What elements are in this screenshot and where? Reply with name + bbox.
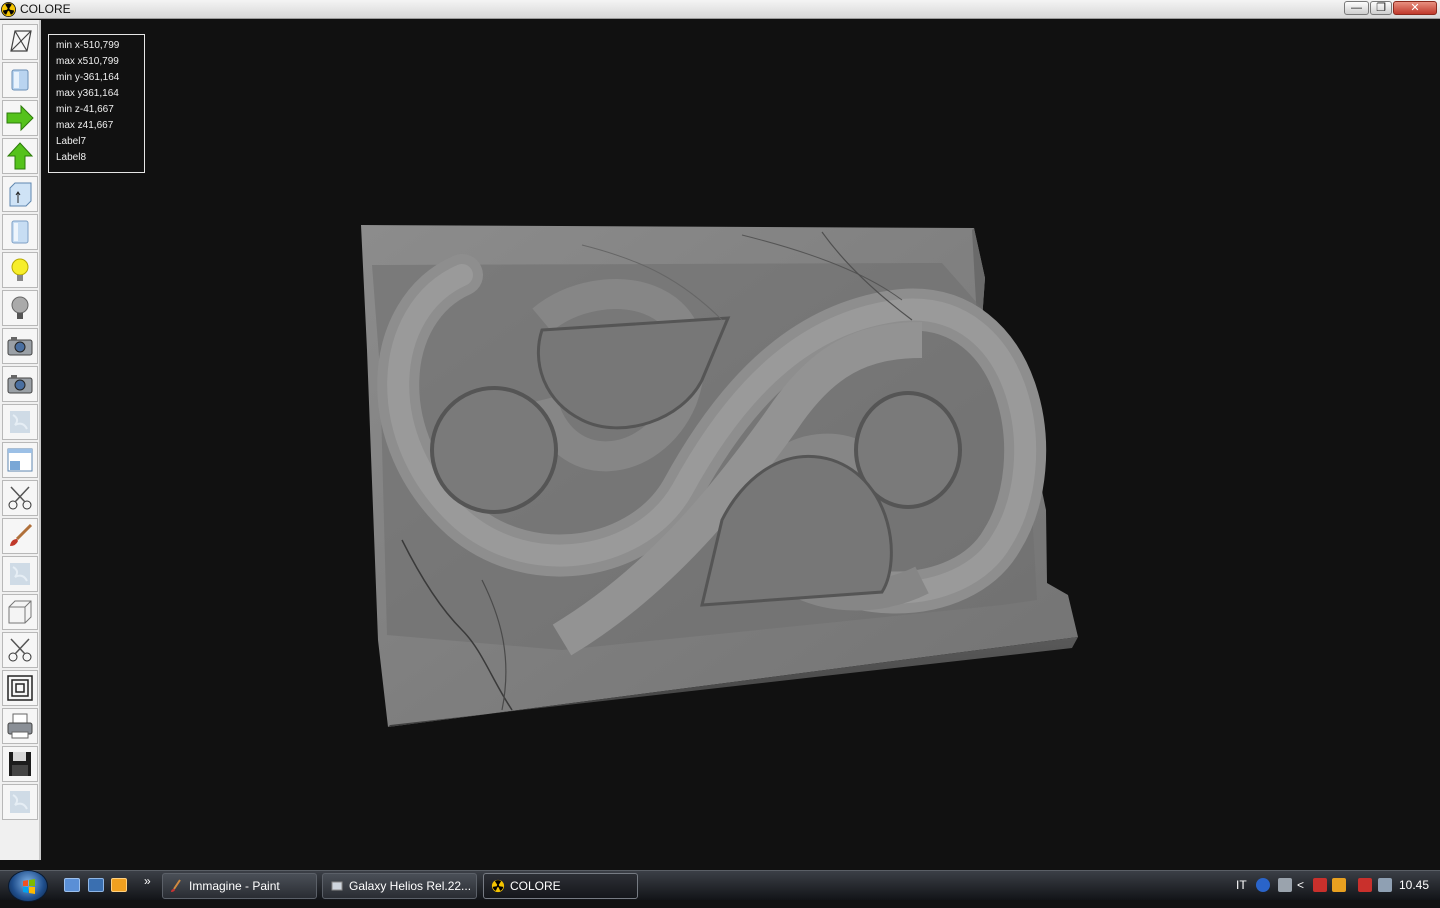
warning-icon[interactable] bbox=[1332, 878, 1346, 892]
camera-button[interactable] bbox=[2, 328, 38, 364]
switch-windows-icon[interactable] bbox=[88, 878, 104, 892]
restore-button[interactable]: ❐ bbox=[1370, 1, 1392, 15]
arrow-right-icon bbox=[6, 104, 34, 132]
task-paint[interactable]: Immagine - Paint bbox=[162, 873, 317, 899]
arrow-up-icon bbox=[6, 142, 34, 170]
move-up-button[interactable] bbox=[2, 138, 38, 174]
cube-button[interactable] bbox=[2, 594, 38, 630]
wireframe-button[interactable] bbox=[2, 24, 38, 60]
radiation-app-icon bbox=[491, 879, 505, 893]
window-view-button[interactable] bbox=[2, 442, 38, 478]
min-x-label: min x-510,799 bbox=[56, 40, 120, 51]
camera-2-icon bbox=[7, 375, 33, 394]
move-right-button[interactable] bbox=[2, 100, 38, 136]
paint-app-icon bbox=[171, 879, 181, 892]
cut-2-button[interactable] bbox=[2, 632, 38, 668]
title-bar: COLORE — ❐ ✕ bbox=[0, 0, 1440, 19]
window-view-icon bbox=[7, 448, 33, 472]
camera-icon bbox=[7, 337, 33, 356]
solid-view-icon bbox=[11, 69, 29, 91]
window-title: COLORE bbox=[20, 2, 71, 16]
cube-icon bbox=[8, 600, 32, 624]
task-galaxy-helios-label: Galaxy Helios Rel.22... bbox=[349, 879, 472, 893]
task-colore[interactable]: COLORE bbox=[483, 873, 638, 899]
label8: Label8 bbox=[56, 152, 87, 163]
help-icon[interactable] bbox=[1256, 878, 1270, 892]
cut-button[interactable] bbox=[2, 480, 38, 516]
marble-relief-model bbox=[361, 225, 1078, 727]
label7: Label7 bbox=[56, 136, 87, 147]
taskbar: » Immagine - Paint Galaxy Helios Rel.22.… bbox=[0, 870, 1440, 902]
light-on-icon bbox=[11, 258, 29, 281]
clock[interactable]: 10.45 bbox=[1399, 878, 1429, 892]
texture-3-button[interactable] bbox=[2, 784, 38, 820]
security-icon[interactable] bbox=[1313, 878, 1327, 892]
light-off-button[interactable] bbox=[2, 290, 38, 326]
save-button[interactable] bbox=[2, 746, 38, 782]
display-icon[interactable] bbox=[1358, 878, 1372, 892]
max-y-label: max y361,164 bbox=[56, 88, 119, 99]
box-arrow-icon bbox=[9, 182, 32, 207]
texture-2-icon bbox=[10, 563, 30, 585]
extrude-button[interactable] bbox=[2, 176, 38, 212]
printer-icon bbox=[7, 713, 33, 739]
scissors-2-icon bbox=[8, 638, 32, 662]
min-y-label: min y-361,164 bbox=[56, 72, 120, 83]
wireframe-icon bbox=[10, 30, 32, 52]
radiation-app-icon bbox=[1, 2, 16, 17]
brush-icon bbox=[10, 523, 33, 546]
start-button[interactable] bbox=[8, 870, 48, 902]
light-off-icon bbox=[11, 296, 29, 319]
task-galaxy-helios[interactable]: Galaxy Helios Rel.22... bbox=[322, 873, 477, 899]
print-button[interactable] bbox=[2, 708, 38, 744]
galaxy-helios-app-icon bbox=[331, 881, 343, 891]
paint-button[interactable] bbox=[2, 518, 38, 554]
max-x-label: max x510,799 bbox=[56, 56, 119, 67]
close-button[interactable]: ✕ bbox=[1393, 1, 1437, 15]
network-icon[interactable] bbox=[1278, 878, 1292, 892]
texture-2-button[interactable] bbox=[2, 556, 38, 592]
media-player-icon[interactable] bbox=[111, 878, 127, 892]
left-toolbar bbox=[0, 20, 41, 860]
3d-viewport[interactable] bbox=[42, 20, 1440, 870]
scissors-icon bbox=[8, 486, 32, 510]
solid-view-button[interactable] bbox=[2, 62, 38, 98]
quicklaunch-more-chevron[interactable]: » bbox=[144, 874, 151, 888]
texture-button[interactable] bbox=[2, 404, 38, 440]
tray-expand-chevron[interactable]: < bbox=[1297, 878, 1304, 892]
windows-logo-icon bbox=[23, 879, 35, 894]
cylinder-icon bbox=[11, 220, 29, 244]
texture-3-icon bbox=[10, 791, 30, 813]
min-z-label: min z-41,667 bbox=[56, 104, 114, 115]
spiral-icon bbox=[7, 675, 33, 701]
volume-icon[interactable] bbox=[1378, 878, 1392, 892]
cylinder-button[interactable] bbox=[2, 214, 38, 250]
task-paint-label: Immagine - Paint bbox=[189, 879, 280, 893]
show-desktop-icon[interactable] bbox=[64, 878, 80, 892]
camera-2-button[interactable] bbox=[2, 366, 38, 402]
task-colore-label: COLORE bbox=[510, 879, 561, 893]
minimize-button[interactable]: — bbox=[1344, 1, 1369, 15]
max-z-label: max z41,667 bbox=[56, 120, 114, 131]
offset-button[interactable] bbox=[2, 670, 38, 706]
language-indicator[interactable]: IT bbox=[1236, 878, 1247, 892]
texture-icon bbox=[10, 411, 30, 433]
bounds-info-panel: min x-510,799 max x510,799 min y-361,164… bbox=[48, 34, 145, 173]
light-on-button[interactable] bbox=[2, 252, 38, 288]
save-icon bbox=[9, 752, 31, 776]
